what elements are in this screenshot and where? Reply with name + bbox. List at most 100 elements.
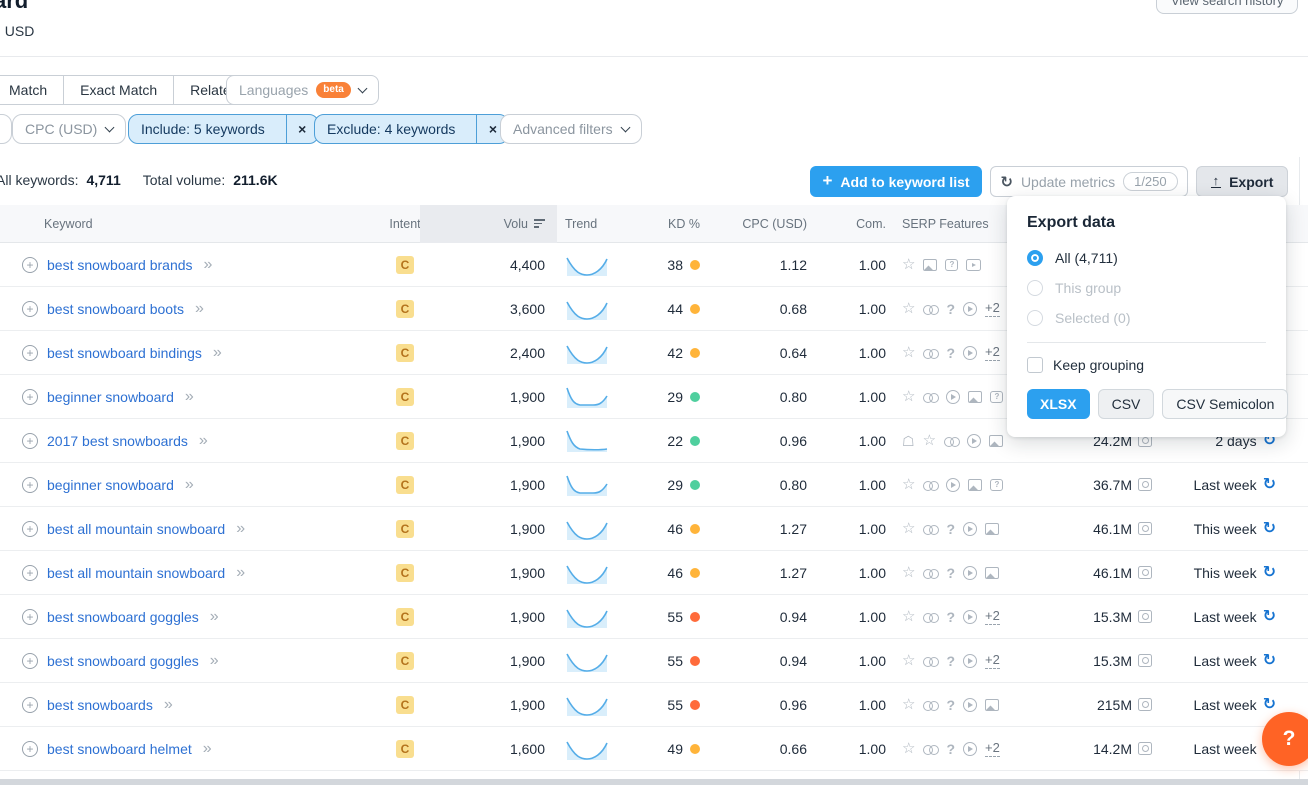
expand-keyword-icon[interactable]: » (164, 697, 173, 713)
serp-preview-icon[interactable] (1138, 478, 1152, 491)
add-keyword-icon[interactable]: + (22, 477, 38, 493)
more-features-badge[interactable]: +2 (985, 300, 1000, 317)
export-csv-semicolon-button[interactable]: CSV Semicolon (1162, 389, 1288, 419)
expand-keyword-icon[interactable]: » (204, 257, 213, 273)
keyword-link[interactable]: best snowboard bindings (47, 345, 202, 361)
intent-badge: C (396, 696, 414, 714)
add-keyword-icon[interactable]: + (22, 433, 38, 449)
question-icon: ? (946, 697, 955, 713)
last-update-value: Last week (1194, 609, 1257, 625)
table-row: +best all mountain snowboard»C1,900461.2… (0, 507, 1308, 551)
more-features-badge[interactable]: +2 (985, 344, 1000, 361)
languages-dropdown[interactable]: Languages beta (226, 75, 379, 105)
serp-preview-icon[interactable] (1138, 654, 1152, 667)
view-search-history-button[interactable]: View search history (1156, 0, 1298, 14)
expand-keyword-icon[interactable]: » (236, 521, 245, 537)
refresh-icon[interactable]: ↻ (1263, 653, 1276, 669)
more-features-badge[interactable]: +2 (985, 608, 1000, 625)
refresh-icon[interactable]: ↻ (1263, 565, 1276, 581)
column-header-trend[interactable]: Trend (557, 217, 630, 231)
column-header-cpc[interactable]: CPC (USD) (700, 217, 815, 231)
keyword-link[interactable]: best snowboard goggles (47, 653, 199, 669)
expand-keyword-icon[interactable]: » (203, 741, 212, 757)
export-option-all[interactable]: All (4,711) (1027, 248, 1266, 268)
export-xlsx-button[interactable]: XLSX (1027, 389, 1090, 419)
cpc-filter-dropdown[interactable]: CPC (USD) (12, 114, 126, 144)
keyword-link[interactable]: best snowboards (47, 697, 153, 713)
kd-dot (690, 612, 700, 622)
add-keyword-icon[interactable]: + (22, 653, 38, 669)
include-filter-pill[interactable]: Include: 5 keywords × (128, 114, 319, 144)
refresh-icon[interactable]: ↻ (1263, 477, 1276, 493)
keyword-link[interactable]: best all mountain snowboard (47, 565, 225, 581)
more-features-badge[interactable]: +2 (985, 740, 1000, 757)
volume-value: 1,900 (420, 609, 557, 625)
export-button[interactable]: ↑ Export (1196, 166, 1288, 197)
expand-keyword-icon[interactable]: » (185, 389, 194, 405)
expand-keyword-icon[interactable]: » (185, 477, 194, 493)
add-to-keyword-list-button[interactable]: + Add to keyword list (810, 166, 982, 197)
export-option-this-group[interactable]: This group (1027, 278, 1266, 298)
table-row: +best snowboard goggles»C1,900550.941.00… (0, 595, 1308, 639)
radio-unselected-icon[interactable] (1027, 310, 1043, 326)
export-option-selected[interactable]: Selected (0) (1027, 308, 1266, 328)
expand-keyword-icon[interactable]: » (199, 433, 208, 449)
keyword-link[interactable]: best snowboard helmet (47, 741, 192, 757)
expand-keyword-icon[interactable]: » (210, 653, 219, 669)
keyword-link[interactable]: beginner snowboard (47, 477, 174, 493)
add-keyword-icon[interactable]: + (22, 301, 38, 317)
more-features-badge[interactable]: +2 (985, 652, 1000, 669)
trend-sparkline (565, 517, 609, 541)
exclude-filter-pill[interactable]: Exclude: 4 keywords × (314, 114, 509, 144)
serp-preview-icon[interactable] (1138, 742, 1152, 755)
add-keyword-icon[interactable]: + (22, 521, 38, 537)
column-header-volume[interactable]: Volu (420, 205, 557, 243)
add-keyword-icon[interactable]: + (22, 697, 38, 713)
link-icon (923, 524, 938, 534)
refresh-icon[interactable]: ↻ (1263, 697, 1276, 713)
add-keyword-icon[interactable]: + (22, 741, 38, 757)
keyword-link[interactable]: best snowboard brands (47, 257, 193, 273)
add-keyword-icon[interactable]: + (22, 345, 38, 361)
add-keyword-icon[interactable]: + (22, 565, 38, 581)
keyword-cell: + best snowboard goggles » (10, 609, 390, 625)
remove-include-filter-button[interactable]: × (286, 115, 318, 143)
export-csv-button[interactable]: CSV (1098, 389, 1155, 419)
column-header-kd[interactable]: KD % (630, 217, 700, 231)
column-header-intent[interactable]: Intent (390, 217, 420, 231)
add-keyword-icon[interactable]: + (22, 257, 38, 273)
serp-features-cell: ☆?+2 (886, 652, 1010, 669)
filter-pill-clipped[interactable] (0, 114, 12, 144)
tab-broad-match[interactable]: Match (0, 75, 64, 105)
expand-keyword-icon[interactable]: » (236, 565, 245, 581)
serp-preview-icon[interactable] (1138, 610, 1152, 623)
expand-keyword-icon[interactable]: » (213, 345, 222, 361)
column-header-keyword[interactable]: Keyword (10, 217, 390, 231)
keep-grouping-option[interactable]: Keep grouping (1027, 357, 1266, 373)
refresh-icon[interactable]: ↻ (1263, 521, 1276, 537)
keep-grouping-checkbox[interactable] (1027, 357, 1043, 373)
keyword-link[interactable]: 2017 best snowboards (47, 433, 188, 449)
expand-keyword-icon[interactable]: » (195, 301, 204, 317)
add-keyword-icon[interactable]: + (22, 389, 38, 405)
keyword-link[interactable]: beginner snowboard (47, 389, 174, 405)
refresh-icon[interactable]: ↻ (1263, 609, 1276, 625)
column-header-com[interactable]: Com. (815, 217, 886, 231)
volume-value: 3,600 (420, 301, 557, 317)
keyword-link[interactable]: best snowboard goggles (47, 609, 199, 625)
update-metrics-button[interactable]: ↻ Update metrics 1/250 (990, 166, 1188, 197)
advanced-filters-dropdown[interactable]: Advanced filters (500, 114, 642, 144)
keyword-link[interactable]: best all mountain snowboard (47, 521, 225, 537)
serp-preview-icon[interactable] (1138, 566, 1152, 579)
column-header-serp-features[interactable]: SERP Features (886, 217, 1010, 231)
tab-exact-match[interactable]: Exact Match (64, 75, 174, 105)
radio-selected-icon[interactable] (1027, 250, 1043, 266)
add-keyword-icon[interactable]: + (22, 609, 38, 625)
radio-unselected-icon[interactable] (1027, 280, 1043, 296)
help-button[interactable]: ? (1262, 712, 1308, 766)
keyword-link[interactable]: best snowboard boots (47, 301, 184, 317)
serp-preview-icon[interactable] (1138, 522, 1152, 535)
serp-preview-icon[interactable] (1138, 698, 1152, 711)
image-icon (968, 479, 982, 491)
expand-keyword-icon[interactable]: » (210, 609, 219, 625)
